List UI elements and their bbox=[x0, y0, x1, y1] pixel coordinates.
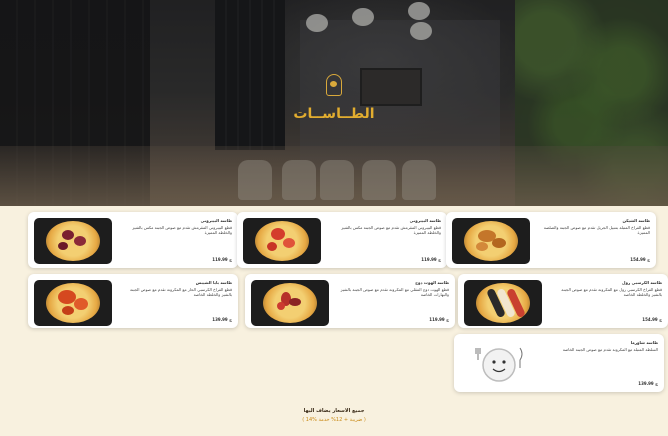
dish-description: السلطة المتبلة مع المكرونة تقدم مع صوص ا… bbox=[562, 347, 658, 352]
dish-title: طاسة شاورما bbox=[630, 340, 658, 345]
dish-price: 154.99 ج bbox=[642, 317, 662, 322]
dish-title: طاسة الشيكن bbox=[622, 218, 650, 223]
dish-description: قطع الفراخ المتبلة بتتبيل الجريل تقدم مع… bbox=[543, 225, 650, 236]
menu-card[interactable]: طاسة بابا الشيبس قطع الفراخ الكرسبي الحا… bbox=[28, 274, 238, 328]
dish-image bbox=[243, 218, 321, 264]
page-title: الطــاســات bbox=[293, 106, 375, 122]
menu-card[interactable]: طاسة الكرسبي رول قطع الفراخ الكرسبي رول … bbox=[458, 274, 668, 328]
menu-card[interactable]: طاسة الهوت دوج قطع الهوت دوج المقلي مع ا… bbox=[245, 274, 455, 328]
dish-title: طاسة الهوت دوج bbox=[415, 280, 449, 285]
dish-description: قطع الهوت دوج المقلي مع المكرونة تقدم مع… bbox=[340, 287, 449, 298]
bowl-logo-icon bbox=[326, 74, 342, 96]
menu-card[interactable]: طاسة البيبروني قطع البيبروني المقرمش تقد… bbox=[237, 212, 447, 268]
price-note: جميع الاسعار يضاف اليها ( 14% ضريبة + 12… bbox=[0, 408, 668, 423]
brand-block: الطــاســات bbox=[0, 74, 668, 122]
menu-card[interactable]: طاسة الشيكن قطع الفراخ المتبلة بتتبيل ال… bbox=[446, 212, 656, 268]
plate-placeholder-icon bbox=[475, 347, 523, 382]
dish-price: 119.99 ج bbox=[429, 317, 449, 322]
dish-description: قطع الفراخ الكرسبي رول مع المكرونة تقدم … bbox=[561, 287, 662, 298]
dish-title: طاسة الكرسبي رول bbox=[622, 280, 662, 285]
menu-card[interactable]: طاسة البيبروني قطع البيبروني المقرمش تقد… bbox=[28, 212, 238, 268]
menu-card[interactable]: طاسة شاورما السلطة المتبلة مع المكرونة ت… bbox=[454, 334, 664, 392]
dish-description: قطع البيبروني المقرمش تقدم مع صوص الجبنة… bbox=[341, 225, 441, 236]
dish-image bbox=[251, 280, 329, 326]
dish-price: 119.99 ج bbox=[421, 257, 441, 262]
dish-image bbox=[34, 218, 112, 264]
dish-image bbox=[34, 280, 112, 326]
dish-title: طاسة البيبروني bbox=[200, 218, 232, 223]
dish-image bbox=[452, 218, 530, 264]
dish-description: قطع الفراخ الكرسبي الحار مع المكرونة تقد… bbox=[130, 287, 232, 298]
dish-title: طاسة البيبروني bbox=[409, 218, 441, 223]
dish-price: 139.99 ج bbox=[638, 381, 658, 386]
dish-title: طاسة بابا الشيبس bbox=[195, 280, 232, 285]
dish-price: 154.99 ج bbox=[630, 257, 650, 262]
tax-detail: ( 14% ضريبة + 12% خدمة ) bbox=[302, 417, 366, 423]
dish-price: 119.99 ج bbox=[212, 257, 232, 262]
dish-price: 139.99 ج bbox=[212, 317, 232, 322]
dish-image bbox=[464, 280, 542, 326]
dish-image bbox=[460, 340, 538, 386]
tax-note: جميع الاسعار يضاف اليها bbox=[303, 408, 365, 414]
dish-description: قطع البيبروني المقرمش تقدم مع صوص الجبنة… bbox=[132, 225, 232, 236]
